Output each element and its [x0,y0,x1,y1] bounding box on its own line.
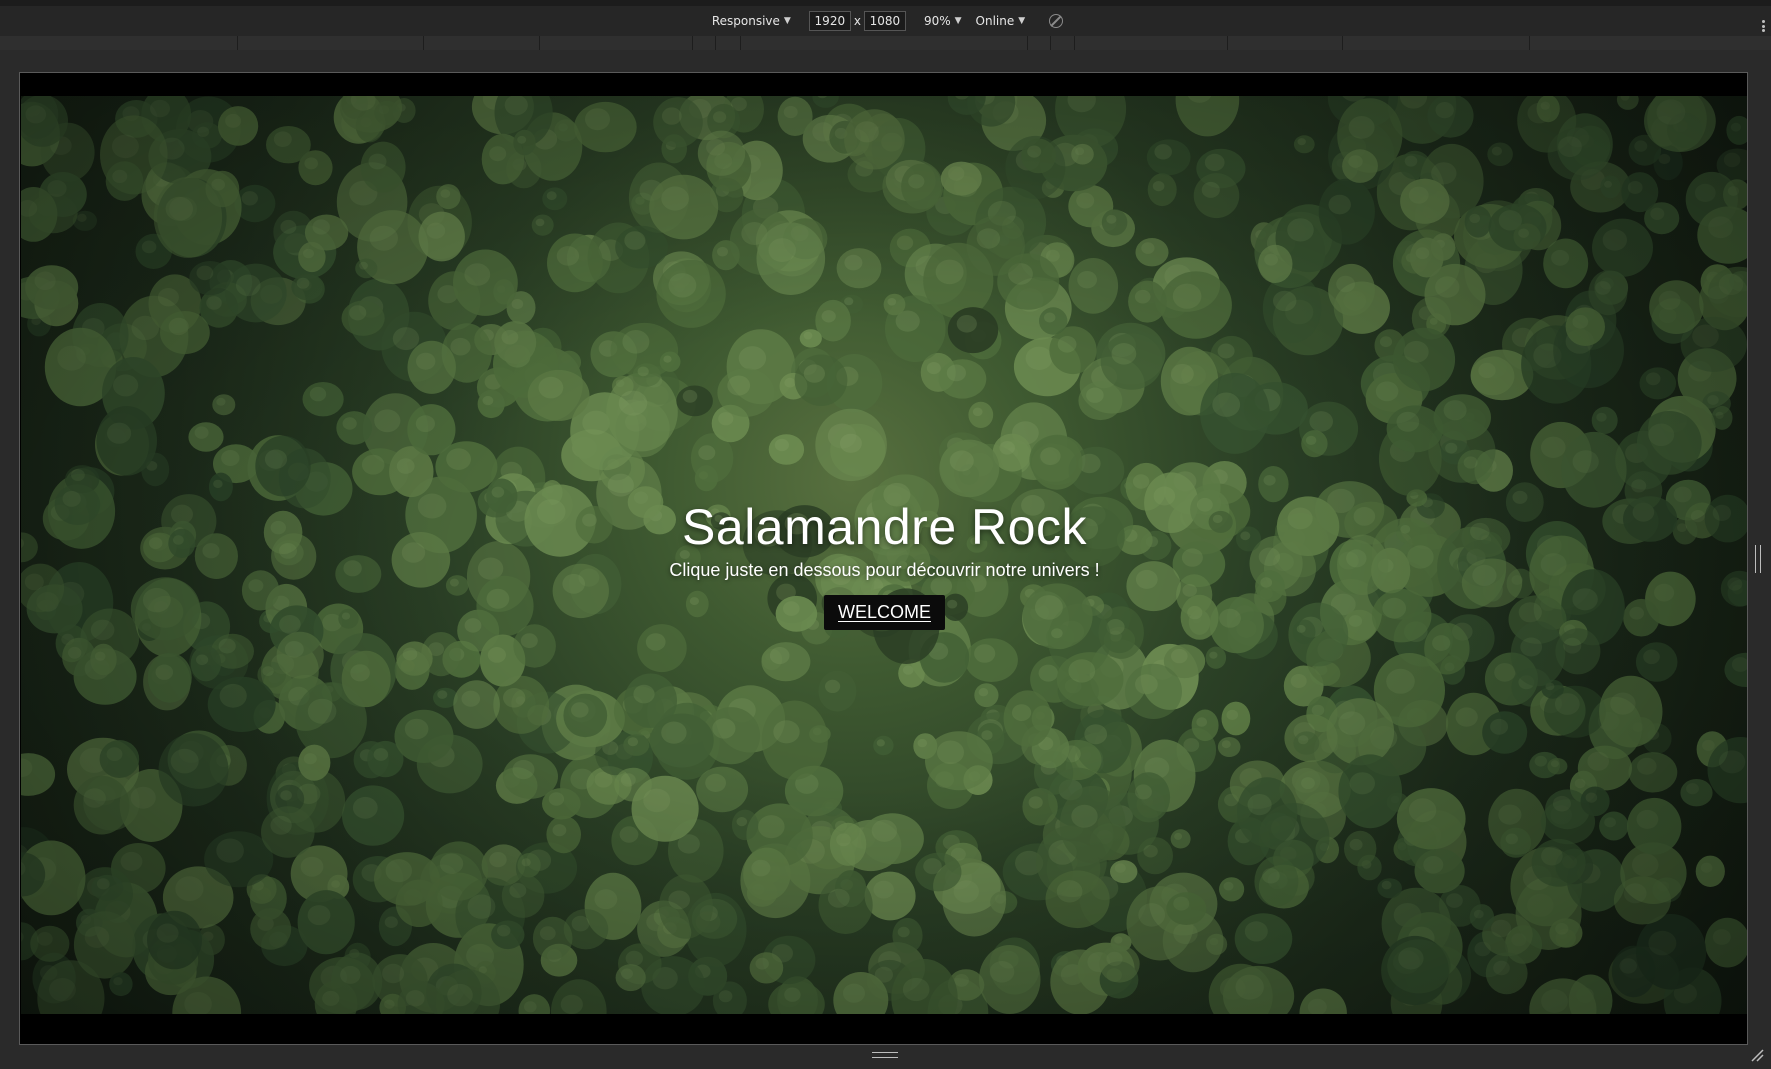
hero-section: Salamandre Rock Clique juste en dessous … [21,96,1747,1014]
device-toolbar-container: Responsive ▼ x 90% ▼ Online ▼ [0,0,1771,1069]
device-toolbar: Responsive ▼ x 90% ▼ Online ▼ [0,6,1771,36]
resize-handle-bottom[interactable] [872,1052,898,1058]
device-dropdown[interactable]: Responsive ▼ [708,12,795,30]
welcome-button[interactable]: WELCOME [823,595,945,630]
emulated-viewport: Salamandre Rock Clique juste en dessous … [19,72,1748,1045]
width-input[interactable] [808,11,851,31]
toolbar-gap [0,50,1771,72]
hero-content: Salamandre Rock Clique juste en dessous … [21,496,1747,630]
device-dropdown-label: Responsive [711,14,780,28]
dimension-separator: x [853,14,861,28]
network-throttle-dropdown[interactable]: Online ▼ [972,12,1030,30]
chevron-down-icon: ▼ [954,16,962,26]
height-input[interactable] [863,11,906,31]
zoom-dropdown-label: 90% [923,14,951,28]
resize-corner-icon[interactable] [1750,1048,1764,1062]
more-options-icon[interactable] [1762,20,1765,32]
hero-subtitle: Clique juste en dessous pour découvrir n… [669,560,1100,580]
chevron-down-icon: ▼ [1018,16,1026,26]
zoom-dropdown[interactable]: 90% ▼ [920,12,966,30]
chevron-down-icon: ▼ [783,16,791,26]
hero-title: Salamandre Rock [682,499,1087,555]
network-dropdown-label: Online [975,14,1015,28]
resize-handle-right[interactable] [1755,545,1761,573]
rotate-disabled-icon[interactable] [1049,14,1064,28]
media-query-ruler[interactable] [0,36,1771,51]
